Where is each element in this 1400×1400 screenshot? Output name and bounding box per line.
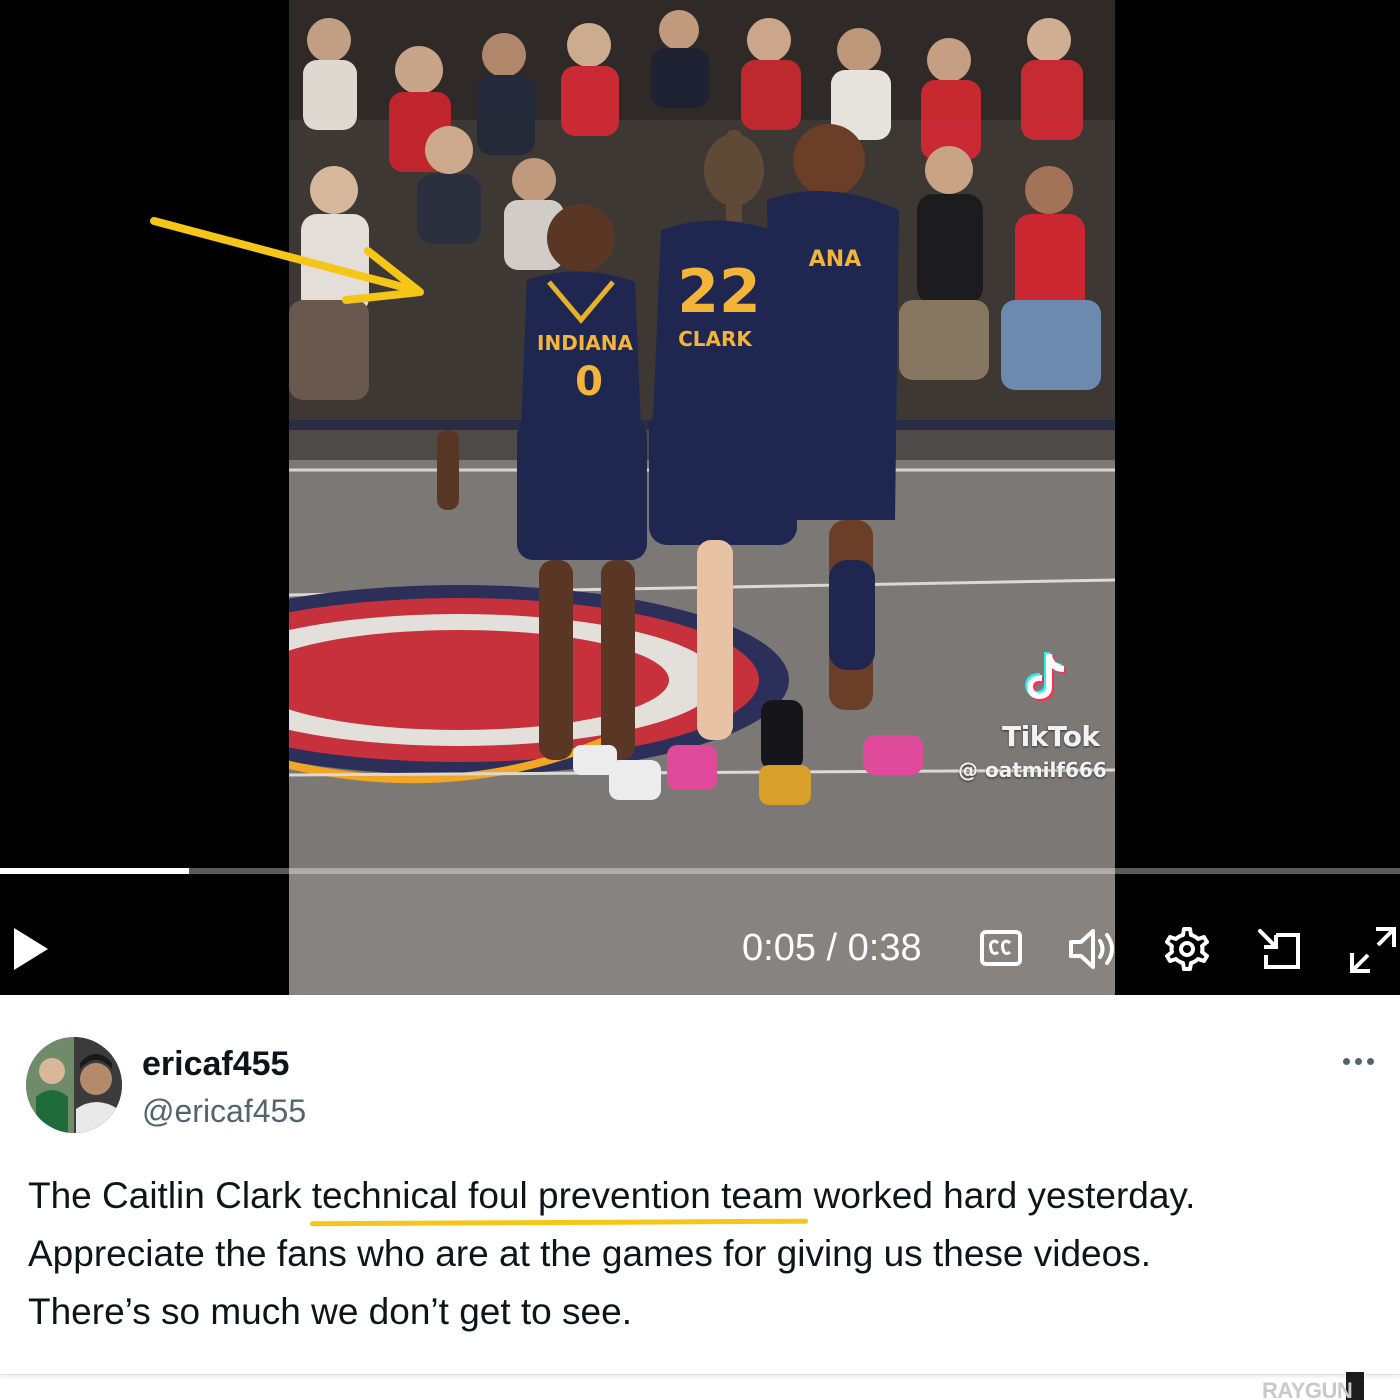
jersey-left-number: 0 (575, 359, 603, 405)
user-handle[interactable]: @ericaf455 (142, 1093, 306, 1130)
fullscreen-button[interactable] (1348, 925, 1398, 975)
annotation-arrow (150, 217, 424, 304)
more-options-icon (1342, 1057, 1350, 1065)
post-text-line-2: Appreciate the fans who are at the games… (28, 1233, 1151, 1274)
video-frame[interactable]: INDIANA 0 22 CLARK ANA (289, 0, 1115, 995)
jersey-center-number: 22 (677, 257, 761, 327)
jersey-center-name: CLARK (678, 327, 753, 351)
display-name[interactable]: ericaf455 (142, 1045, 289, 1084)
avatar[interactable] (26, 1037, 122, 1133)
post-text-line-3: There’s so much we don’t get to see. (28, 1291, 632, 1332)
post-text-highlight: technical foul prevention team (311, 1175, 804, 1216)
players-illustration: INDIANA 0 22 CLARK ANA (437, 124, 923, 805)
picture-in-picture-icon (1258, 929, 1300, 969)
time-display: 0:05 / 0:38 (742, 927, 922, 970)
post-text-line-1: The Caitlin Clark technical foul prevent… (28, 1167, 1378, 1225)
more-options-icon-dot (1366, 1057, 1374, 1065)
jersey-right-team: ANA (809, 247, 861, 272)
volume-icon (1069, 929, 1114, 969)
avatar-image (26, 1037, 122, 1133)
post-text-part1: The Caitlin Clark (28, 1175, 312, 1216)
tiktok-watermark: TikTok @ oatmilf666 (958, 650, 1118, 790)
more-options-icon-dot (1354, 1057, 1362, 1065)
captions-button[interactable] (978, 925, 1024, 971)
fullscreen-icon (1350, 927, 1396, 973)
current-time: 0:05 (742, 927, 816, 969)
player-controls: 0:05 / 0:38 (0, 905, 1400, 995)
time-separator: / (826, 927, 838, 969)
post-card: ericaf455 @ericaf455 The Caitlin Clark t… (0, 995, 1400, 1375)
play-icon (14, 928, 48, 970)
tiktok-handle: @ oatmilf666 (958, 758, 1107, 782)
more-options-button[interactable] (1338, 1049, 1378, 1073)
post-text-part2: worked hard yesterday. (803, 1175, 1196, 1216)
gear-icon (1165, 927, 1209, 971)
settings-button[interactable] (1164, 925, 1210, 973)
volume-button[interactable] (1066, 925, 1122, 973)
picture-in-picture-button[interactable] (1256, 927, 1304, 973)
duration: 0:38 (847, 927, 922, 969)
tiktok-brand: TikTok (1002, 720, 1100, 753)
tiktok-icon (1025, 652, 1066, 701)
player-left (437, 204, 661, 800)
closed-captions-icon (980, 930, 1022, 966)
source-watermark: RAYGUN (1262, 1378, 1353, 1400)
video-player[interactable]: INDIANA 0 22 CLARK ANA TikTok @ oatmilf6… (0, 0, 1400, 995)
progress-fill (0, 868, 189, 874)
jersey-left-team: INDIANA (537, 331, 633, 355)
post-text: The Caitlin Clark technical foul prevent… (28, 1167, 1378, 1341)
progress-bar[interactable] (0, 868, 1400, 874)
play-button[interactable] (6, 920, 54, 978)
